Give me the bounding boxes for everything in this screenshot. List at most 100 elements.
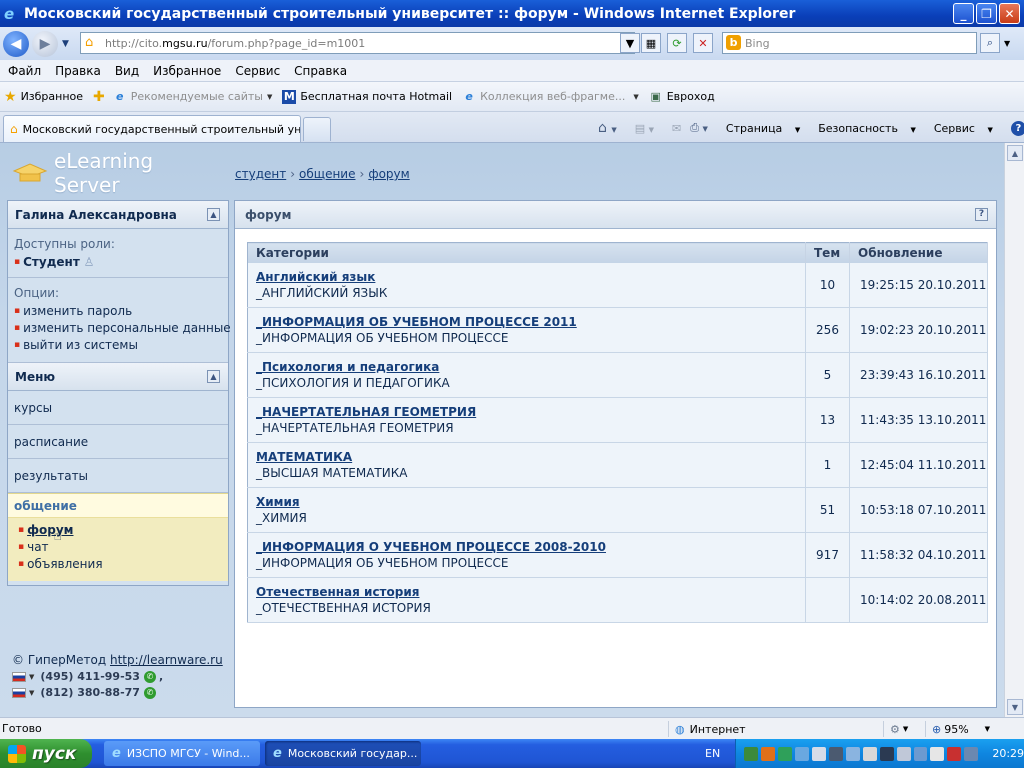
clock[interactable]: 20:29 <box>992 747 1024 760</box>
tray-icon[interactable] <box>913 746 928 761</box>
start-button[interactable]: пуск <box>0 739 92 768</box>
search-options-icon[interactable]: ▼ <box>1004 39 1010 48</box>
category-link[interactable]: МАТЕМАТИКА <box>256 449 805 465</box>
history-dropdown-icon[interactable]: ▼ <box>62 39 69 49</box>
forward-button[interactable]: ▶ <box>32 30 58 57</box>
collapse-icon[interactable]: ▲ <box>207 208 220 221</box>
msn-icon: M <box>282 89 297 104</box>
tray-icon[interactable] <box>947 746 962 761</box>
refresh-icon[interactable]: ⟳ <box>667 33 687 53</box>
breadcrumb-student[interactable]: студент <box>235 167 286 181</box>
favorite-suggested-sites[interactable]: e Рекомендуемые сайты ▼ <box>113 90 272 104</box>
search-icon[interactable]: ⌕ <box>980 33 1000 53</box>
compat-view-icon[interactable]: ▦ <box>641 33 661 53</box>
table-row: Английский язык _АНГЛИЙСКИЙ ЯЗЫК 10 19:25:1… <box>247 262 988 308</box>
last-updated: 10:53:18 07.10.2011 <box>849 487 988 533</box>
favorite-evrohod[interactable]: ▣ Евроход <box>649 90 715 104</box>
option-change-personal-data[interactable]: ▪ изменить персональные данные <box>14 320 231 337</box>
menu-help[interactable]: Справка <box>294 64 347 78</box>
feeds-icon[interactable]: ▤ ▼ <box>635 122 663 135</box>
menu-file[interactable]: Файл <box>8 64 41 78</box>
category-link[interactable]: _ИНФОРМАЦИЯ О УЧЕБНОМ ПРОЦЕССЕ 2008-2010 <box>256 539 805 555</box>
home-icon[interactable]: ⌂ ▼ <box>598 120 626 136</box>
breadcrumb-communication[interactable]: общение <box>299 167 355 181</box>
learnware-link[interactable]: http://learnware.ru <box>110 653 223 667</box>
phone-icon[interactable]: ✆ <box>143 670 156 683</box>
last-updated: 19:02:23 20.10.2011 <box>849 307 988 353</box>
category-link[interactable]: _НАЧЕРТАТЕЛЬНАЯ ГЕОМЕТРИЯ <box>256 404 805 420</box>
tray-icon[interactable] <box>964 746 979 761</box>
tools-menu[interactable]: Сервис ▼ <box>934 122 1002 135</box>
tab-active[interactable]: ⌂ Московский государственный строительны… <box>3 115 301 142</box>
tray-icon[interactable] <box>896 746 911 761</box>
back-button[interactable]: ◀ <box>3 30 29 57</box>
collapse-icon[interactable]: ▲ <box>207 370 220 383</box>
sidebar-subitem-announcements[interactable]: ▪ объявления <box>18 556 222 573</box>
menu-tools[interactable]: Сервис <box>235 64 280 78</box>
close-button[interactable]: ✕ <box>999 3 1020 24</box>
tray-icon[interactable] <box>744 746 758 761</box>
mail-icon[interactable]: ✉ <box>672 122 681 135</box>
tray-icon[interactable] <box>862 746 877 761</box>
address-bar[interactable]: ⌂ http://cito. mgsu.ru/forum.php?page_id=… <box>80 32 635 54</box>
menu-edit[interactable]: Правка <box>55 64 101 78</box>
tray-icon[interactable] <box>879 746 894 761</box>
sidebar-subitem-chat[interactable]: ▪ чат <box>18 539 222 556</box>
category-link[interactable]: Отечественная история <box>256 584 805 600</box>
security-zone[interactable]: ◍ Интернет <box>668 721 883 737</box>
category-cell: _Психология и педагогика _ПСИХОЛОГИЯ И ПЕ… <box>247 352 806 398</box>
tray-icon[interactable] <box>777 746 792 761</box>
zoom-control[interactable]: ⊕ 95% ▼ <box>925 721 1004 737</box>
page-icon: ⌂ <box>85 35 94 50</box>
menu-favorites[interactable]: Избранное <box>153 64 221 78</box>
category-link[interactable]: Английский язык <box>256 269 805 285</box>
sidebar-item-communication[interactable]: общение <box>8 494 228 518</box>
tray-icon[interactable] <box>794 746 809 761</box>
breadcrumb-forum[interactable]: форум <box>368 167 409 181</box>
site-logo[interactable]: eLearning Server <box>12 149 222 197</box>
tray-icon[interactable] <box>811 746 826 761</box>
stop-icon[interactable]: ✕ <box>693 33 713 53</box>
favorites-button[interactable]: ★ Избранное <box>4 89 83 105</box>
protected-mode[interactable]: ⚙ ▼ <box>883 721 925 737</box>
scroll-down-button[interactable]: ▼ <box>1007 699 1023 715</box>
tray-icon[interactable] <box>828 746 843 761</box>
phone-icon[interactable]: ✆ <box>143 686 156 699</box>
help-icon[interactable]: ? <box>1010 120 1024 136</box>
menu-view[interactable]: Вид <box>115 64 139 78</box>
search-input[interactable]: b Bing <box>722 32 977 54</box>
print-icon[interactable]: ⎙ ▼ <box>690 121 717 135</box>
task-button-izspo[interactable]: e ИЗСПО МГСУ - Wind... <box>104 741 260 766</box>
windows-logo-icon <box>8 744 26 763</box>
page-menu[interactable]: Страница ▼ <box>726 122 809 135</box>
vertical-scrollbar[interactable]: ▲ ▼ <box>1004 143 1024 717</box>
scroll-up-button[interactable]: ▲ <box>1007 145 1023 161</box>
tray-icon[interactable] <box>930 746 945 761</box>
sidebar-subitem-forum[interactable]: ▪ форум☝ <box>18 522 222 544</box>
security-menu[interactable]: Безопасность ▼ <box>818 122 925 135</box>
tray-icon[interactable] <box>760 746 775 761</box>
role-item[interactable]: ▪ Студент ♙ <box>14 254 222 271</box>
help-icon[interactable]: ? <box>975 208 988 221</box>
task-button-mgsu[interactable]: e Московский государ... <box>265 741 421 766</box>
favorite-hotmail[interactable]: M Бесплатная почта Hotmail <box>282 89 452 104</box>
category-link[interactable]: _Психология и педагогика <box>256 359 805 375</box>
category-link[interactable]: _ИНФОРМАЦИЯ ОБ УЧЕБНОМ ПРОЦЕССЕ 2011 <box>256 314 805 330</box>
option-change-password[interactable]: ▪ изменить пароль <box>14 303 222 320</box>
add-favorite-icon[interactable]: ✚ <box>93 89 105 105</box>
option-logout[interactable]: ▪ выйти из системы <box>14 337 222 354</box>
sidebar-item-schedule[interactable]: расписание <box>8 425 228 459</box>
tab-row: ⌂ Московский государственный строительны… <box>0 112 1024 143</box>
sidebar-item-courses[interactable]: курсы <box>8 391 228 425</box>
language-indicator[interactable]: EN <box>705 747 720 760</box>
tray-icon[interactable] <box>845 746 860 761</box>
ie-icon: e <box>465 89 473 103</box>
minimize-button[interactable]: _ <box>953 3 974 24</box>
category-link[interactable]: Химия <box>256 494 805 510</box>
restore-button[interactable]: ❐ <box>976 3 997 24</box>
table-row: _ИНФОРМАЦИЯ О УЧЕБНОМ ПРОЦЕССЕ 2008-2010… <box>247 532 988 578</box>
favorite-web-slices[interactable]: e Коллекция веб-фрагме... ▼ <box>462 89 638 104</box>
sidebar-item-results[interactable]: результаты <box>8 459 228 493</box>
address-dropdown-button[interactable]: ▼ <box>620 33 640 53</box>
new-tab-button[interactable] <box>303 117 331 141</box>
